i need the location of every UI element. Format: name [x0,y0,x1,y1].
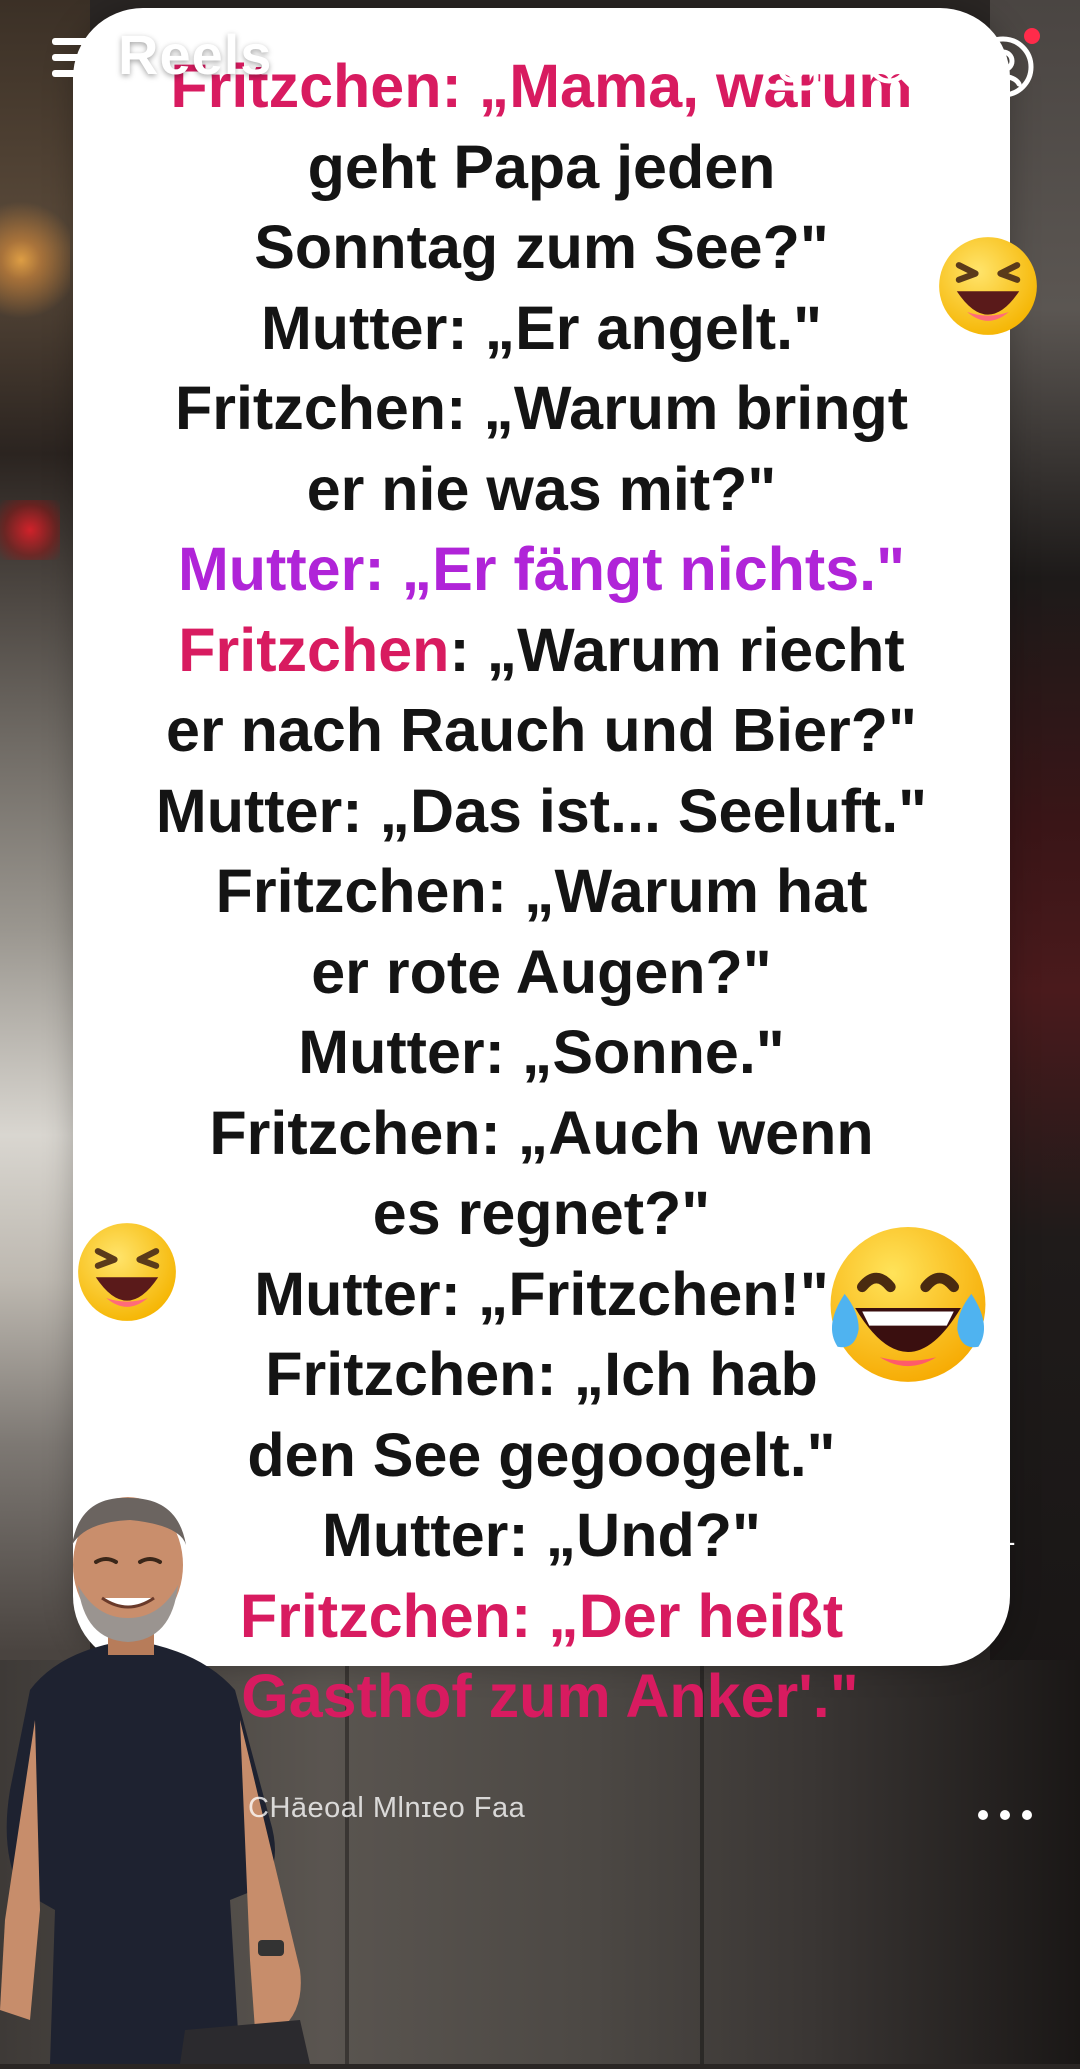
joke-line: Fritzchen: „Warum hat [215,857,868,925]
joke-line: Sonntag zum See?" [254,213,829,281]
joke-line: Mutter: „Er fängt nichts." [177,535,906,603]
joke-line: Mutter: „Sonne." [298,1018,785,1086]
joke-line: er rote Augen?" [311,937,772,1006]
top-bar: Reels [0,0,1080,140]
watermark-text: CHāeoal Mlnɪeo Faa [248,1792,526,1824]
joke-line: er nie was mit?" [306,454,777,523]
background-lights [0,180,70,380]
camera-icon[interactable] [758,34,824,100]
joke-line: Fritzchen: „Auch wenn [209,1098,874,1167]
face-with-tears-of-joy-icon [820,1220,996,1396]
joke-card: Fritzchen: „Mama, warum geht Papa jeden So… [73,8,1010,1730]
profile-icon[interactable] [970,28,1040,100]
joke-line-speaker: Fritzchen [178,615,450,684]
person-image [0,1490,330,2064]
more-options-icon[interactable] [978,1802,1038,1826]
page-title: Reels [118,23,273,86]
joke-line: Fritzchen: „Warum bringt [174,374,909,442]
joke-text: Fritzchen: „Mama, warum geht Papa jeden So… [73,46,1010,1737]
hamburger-menu-icon[interactable] [52,38,104,78]
squinting-laughing-face-icon [75,1220,179,1324]
joke-line: er nach Rauch und Bier?" [166,696,917,764]
joke-line-text: : „Warum riecht [449,615,905,684]
joke-line: den See gegoogelt." [247,1420,836,1489]
joke-line: Fritzchen: „Warum riecht [73,610,1010,691]
joke-line: Mutter: „Das ist... Seeluft." [155,776,928,845]
notification-dot [1024,28,1040,44]
side-count: 1 [1000,1520,1016,1551]
joke-line: Mutter: „Er angelt." [260,293,822,362]
squinting-laughing-face-icon [936,234,1040,338]
search-icon[interactable] [860,34,926,100]
background-red-object [0,500,60,560]
